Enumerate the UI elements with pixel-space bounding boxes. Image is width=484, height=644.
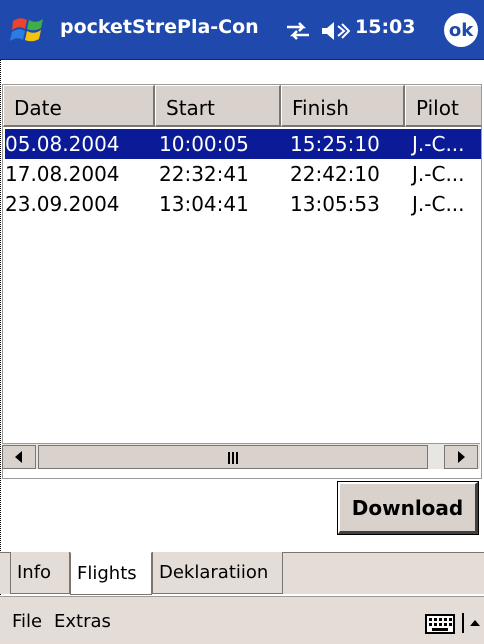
cell-date: 05.08.2004	[5, 132, 120, 156]
download-button[interactable]: Download	[337, 481, 479, 535]
column-header-finish[interactable]: Finish	[281, 85, 405, 127]
sip-arrow-up-icon[interactable]	[462, 613, 482, 633]
app-title: pocketStrePla-Con	[60, 16, 259, 38]
cell-start: 10:00:05	[159, 132, 249, 156]
column-header-start[interactable]: Start	[155, 85, 281, 127]
column-header-pilot[interactable]: Pilot	[405, 85, 481, 127]
scroll-right-button[interactable]	[444, 445, 478, 469]
arrow-right-icon	[458, 451, 465, 463]
column-header-date[interactable]: Date	[3, 85, 155, 127]
cell-start: 22:32:41	[159, 162, 249, 186]
keyboard-icon[interactable]	[425, 613, 455, 635]
menu-file[interactable]: File	[12, 611, 42, 632]
horizontal-scrollbar[interactable]	[2, 443, 480, 469]
tab-deklaratiion[interactable]: Deklaratiion	[152, 552, 283, 594]
cell-finish: 13:05:53	[290, 192, 380, 216]
cell-finish: 22:42:10	[290, 162, 380, 186]
cell-date: 17.08.2004	[5, 162, 120, 186]
clock[interactable]: 15:03	[355, 16, 415, 38]
left-edge-border	[0, 0, 1, 644]
scroll-left-button[interactable]	[2, 445, 36, 469]
connectivity-icon[interactable]	[285, 20, 311, 42]
list-header: Date Start Finish Pilot	[3, 85, 481, 127]
cell-date: 23.09.2004	[5, 192, 120, 216]
ok-button[interactable]: ok	[444, 13, 478, 47]
tab-flights[interactable]: Flights	[70, 552, 152, 595]
grip-icon	[227, 445, 239, 469]
table-row[interactable]: 23.09.2004 13:04:41 13:05:53 J.-C...	[5, 189, 481, 219]
arrow-left-icon	[15, 451, 22, 463]
title-bar: pocketStrePla-Con 15:03 ok	[0, 0, 484, 60]
volume-icon[interactable]	[320, 19, 350, 43]
table-row[interactable]: 05.08.2004 10:00:05 15:25:10 J.-C...	[5, 129, 481, 159]
table-row[interactable]: 17.08.2004 22:32:41 22:42:10 J.-C...	[5, 159, 481, 189]
windows-start-icon[interactable]	[10, 13, 48, 47]
cell-pilot: J.-C...	[412, 132, 465, 156]
menu-extras[interactable]: Extras	[54, 611, 111, 632]
cell-pilot: J.-C...	[412, 192, 465, 216]
menu-bar: File Extras	[0, 596, 484, 644]
flights-list[interactable]: Date Start Finish Pilot 05.08.2004 10:00…	[2, 84, 482, 479]
cell-finish: 15:25:10	[290, 132, 380, 156]
scroll-thumb[interactable]	[38, 445, 428, 469]
tab-info[interactable]: Info	[10, 552, 70, 594]
cell-pilot: J.-C...	[412, 162, 465, 186]
cell-start: 13:04:41	[159, 192, 249, 216]
tab-bar: Info Flights Deklaratiion	[0, 552, 484, 595]
